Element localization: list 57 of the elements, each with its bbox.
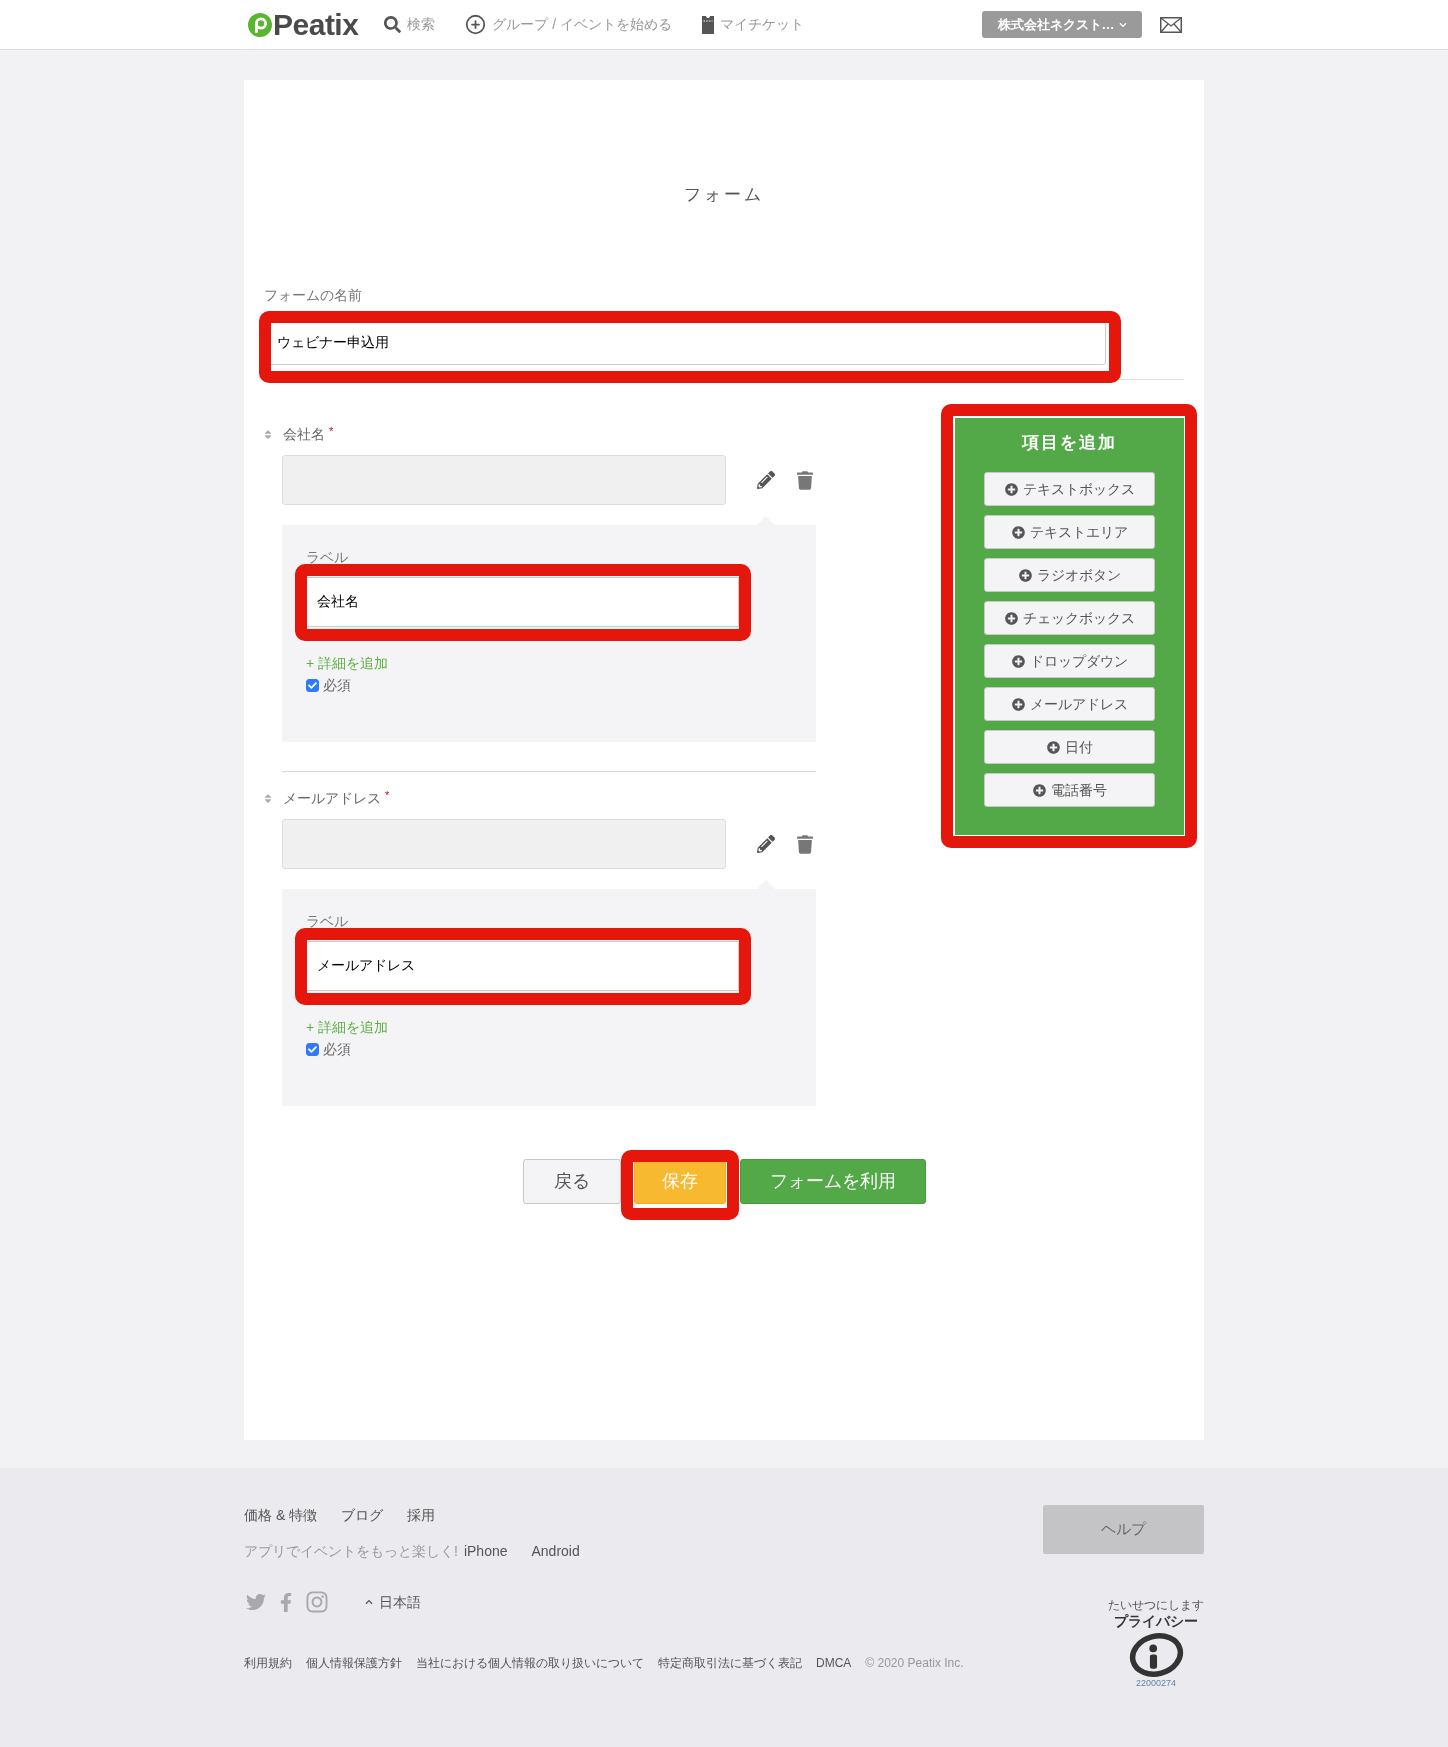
add-item-button[interactable]: ドロップダウン — [984, 644, 1155, 678]
field-label: 会社名 — [283, 425, 325, 443]
legal-link[interactable]: 個人情報保護方針 — [306, 1655, 402, 1671]
caret-icon — [365, 1598, 373, 1606]
plus-circle-icon — [465, 14, 487, 35]
drag-handle-icon[interactable] — [264, 428, 272, 440]
required-mark: * — [385, 789, 390, 801]
legal-link[interactable]: 当社における個人情報の取り扱いについて — [416, 1655, 644, 1671]
language-selector[interactable]: 日本語 — [365, 1593, 421, 1611]
search-icon — [384, 16, 402, 33]
add-item-title: 項目を追加 — [1022, 432, 1117, 454]
legal-link[interactable]: 利用規約 — [244, 1655, 292, 1671]
field-label: メールアドレス — [283, 789, 381, 807]
label-input[interactable]: 会社名 — [306, 577, 739, 627]
privacy-seal-icon — [1128, 1633, 1184, 1677]
add-item-button[interactable]: 電話番号 — [984, 773, 1155, 807]
add-item-button[interactable]: テキストエリア — [984, 515, 1155, 549]
add-item-button[interactable]: チェックボックス — [984, 601, 1155, 635]
drag-handle-icon[interactable] — [264, 792, 272, 804]
checkmark-icon — [308, 680, 317, 690]
label-caption: ラベル — [306, 912, 349, 930]
form-name-label: フォームの名前 — [264, 286, 363, 304]
checkmark-icon — [308, 1044, 317, 1054]
page-title: フォーム — [683, 184, 765, 206]
copyright-text: © 2020 Peatix Inc. — [865, 1655, 964, 1671]
required-label: 必須 — [323, 676, 351, 694]
footer-link[interactable]: 価格 & 特徴 — [244, 1506, 318, 1524]
footer-link[interactable]: ブログ — [341, 1506, 384, 1524]
seal-caption: たいせつにします — [1108, 1598, 1204, 1613]
ticket-icon — [702, 15, 715, 34]
trash-icon[interactable] — [797, 834, 813, 854]
app-link[interactable]: Android — [531, 1542, 580, 1560]
required-checkbox[interactable] — [306, 678, 319, 692]
peatix-logo[interactable]: Peatix — [248, 7, 359, 42]
required-checkbox[interactable] — [306, 1042, 319, 1056]
seal-number: 22000274 — [1135, 1678, 1176, 1689]
footer-link[interactable]: 採用 — [407, 1506, 436, 1524]
edit-icon[interactable] — [757, 835, 775, 853]
add-item-button[interactable]: メールアドレス — [984, 687, 1155, 721]
seal-caption: プライバシー — [1114, 1613, 1198, 1630]
add-item-button[interactable]: ラジオボタン — [984, 558, 1155, 592]
app-promo-text: アプリでイベントをもっと楽しく! — [244, 1542, 458, 1560]
back-button[interactable]: 戻る — [522, 1159, 621, 1204]
required-mark: * — [329, 425, 334, 437]
app-link[interactable]: iPhone — [463, 1542, 508, 1560]
trash-icon[interactable] — [797, 470, 813, 490]
required-label: 必須 — [323, 1040, 351, 1058]
logo-mark-icon — [248, 12, 272, 37]
caret-icon — [1118, 20, 1127, 29]
legal-link[interactable]: 特定商取引法に基づく表記 — [658, 1655, 802, 1671]
add-item-button[interactable]: テキストボックス — [984, 472, 1155, 506]
label-caption: ラベル — [306, 548, 349, 566]
edit-icon[interactable] — [757, 471, 775, 489]
mail-icon[interactable] — [1160, 16, 1182, 33]
legal-link[interactable]: DMCA — [816, 1655, 852, 1671]
add-item-button[interactable]: 日付 — [984, 730, 1155, 764]
label-input[interactable]: メールアドレス — [306, 941, 739, 991]
